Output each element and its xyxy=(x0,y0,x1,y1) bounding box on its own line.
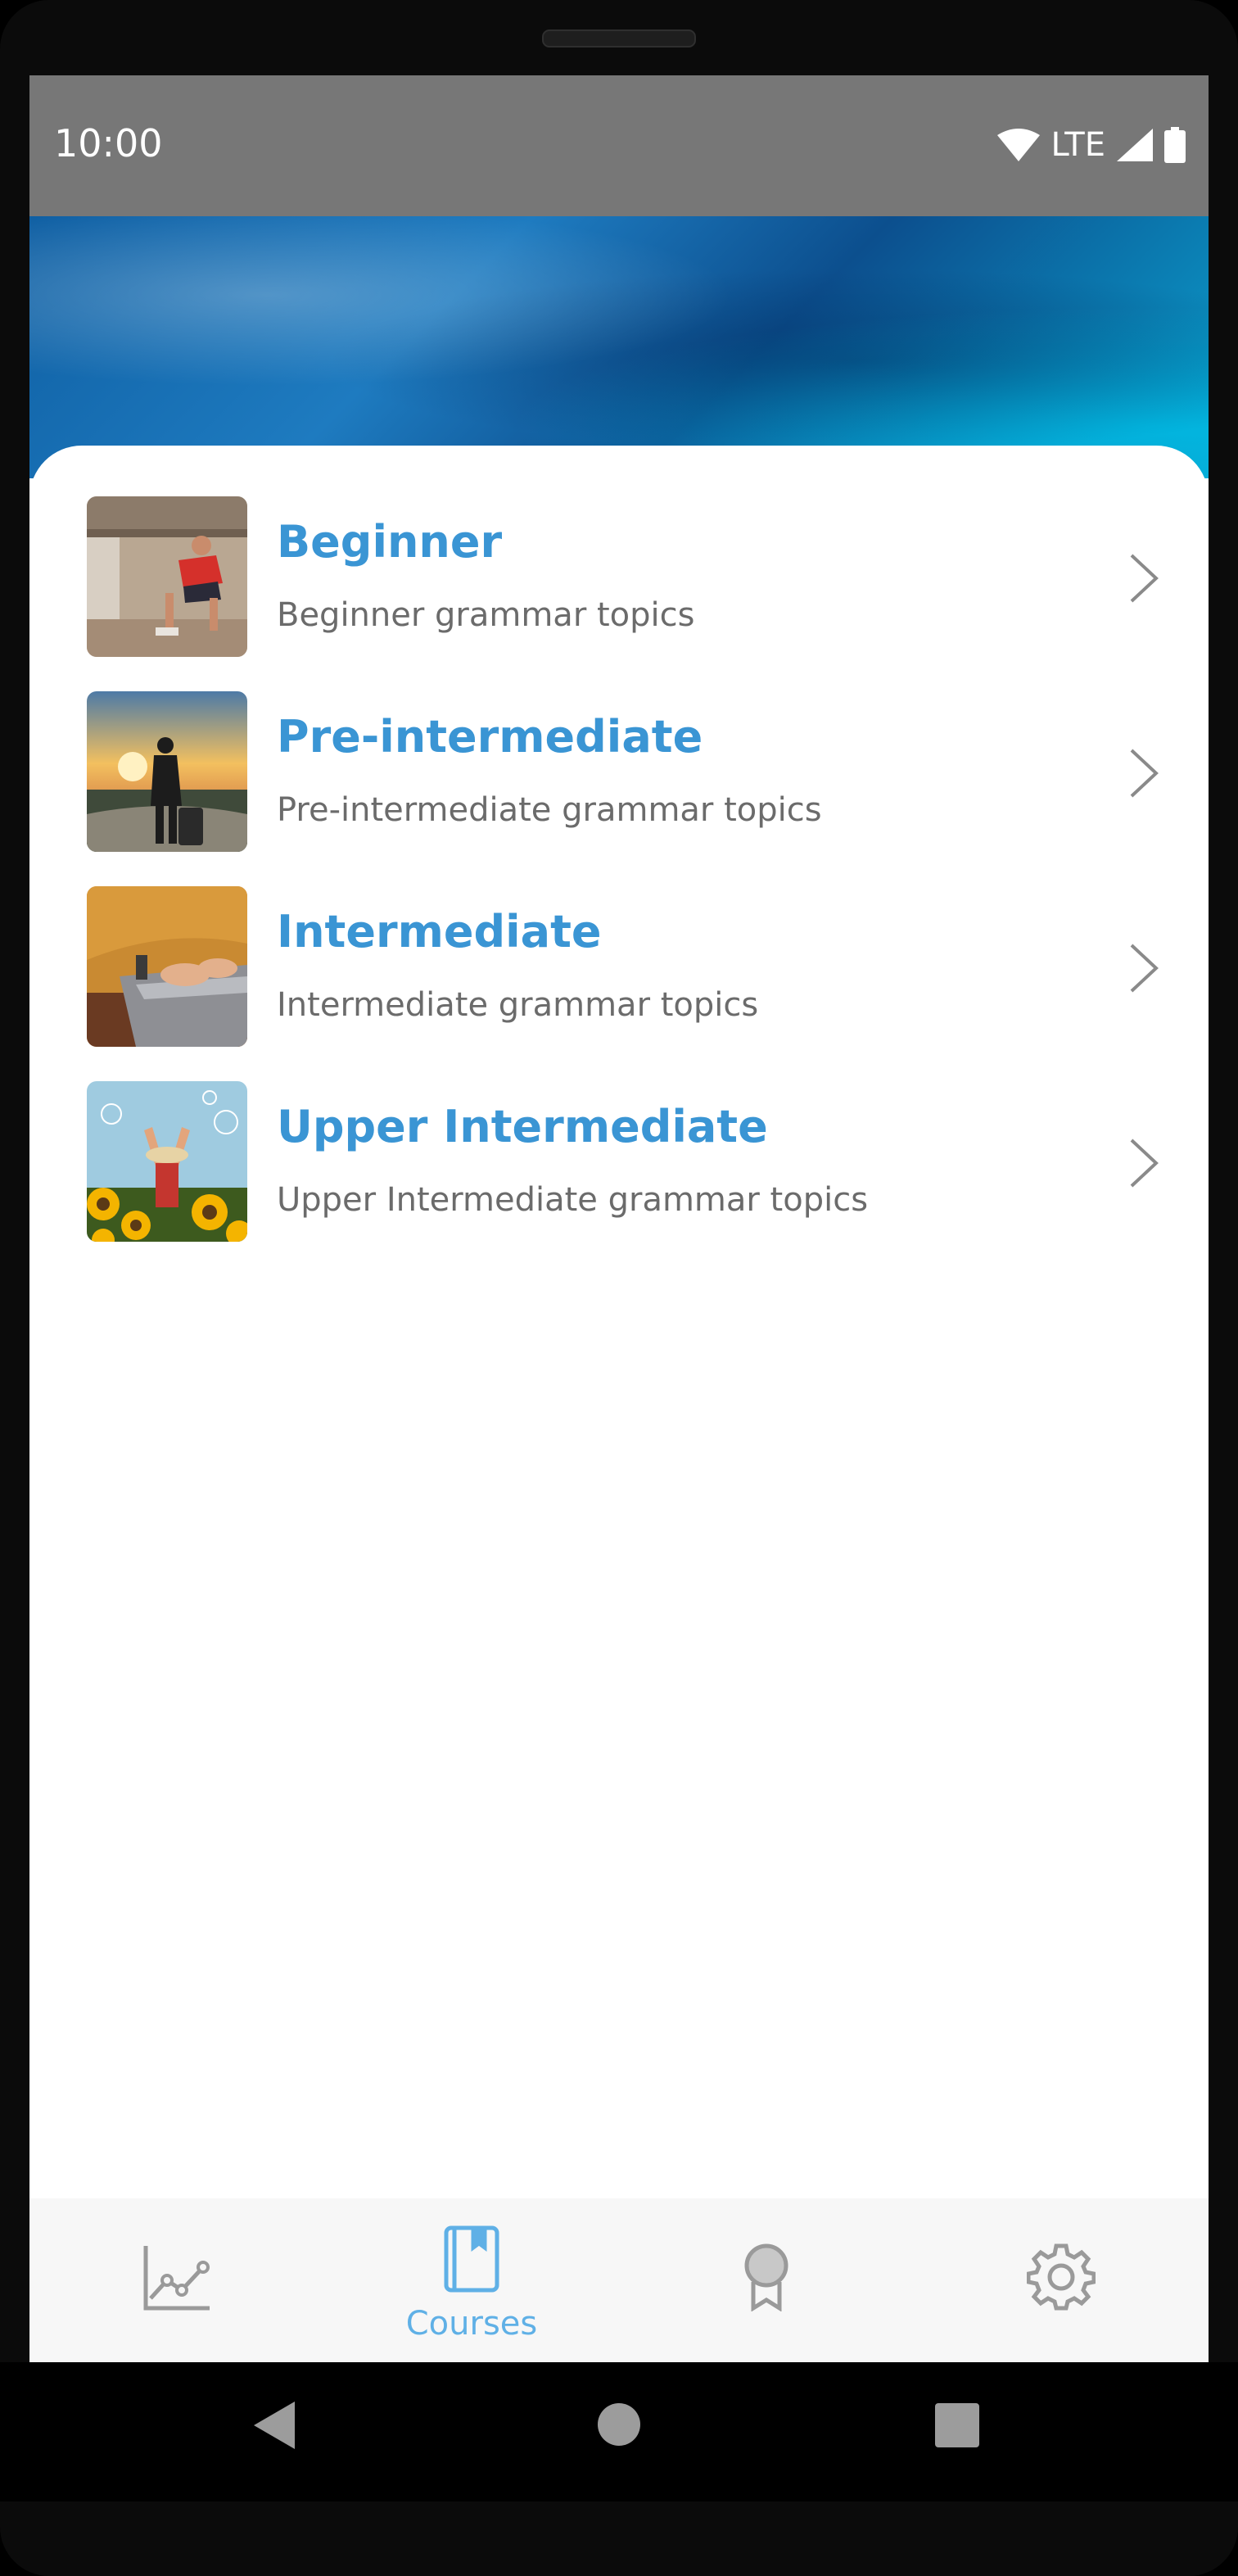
course-item-upper-intermediate[interactable]: Upper Intermediate Upper Intermediate gr… xyxy=(29,1081,1209,1276)
courses-card: Beginner Beginner grammar topics Pre-int… xyxy=(29,446,1209,2362)
back-icon[interactable] xyxy=(254,2402,295,2449)
course-subtitle: Intermediate grammar topics xyxy=(277,986,759,1024)
wifi-icon xyxy=(996,129,1040,161)
chevron-right-icon xyxy=(1130,749,1159,798)
sunflowers-photo-thumbnail xyxy=(87,1081,247,1242)
award-ribbon-icon xyxy=(744,2243,788,2311)
earpiece-speaker xyxy=(542,29,696,48)
nav-label-courses: Courses xyxy=(405,2305,538,2343)
header-banner-image xyxy=(29,216,1209,478)
course-list: Beginner Beginner grammar topics Pre-int… xyxy=(29,496,1209,1276)
book-icon xyxy=(444,2225,499,2293)
app-screen: 10:00 LTE Beginner Beginner grammar topi… xyxy=(29,75,1209,2362)
runner-photo-thumbnail xyxy=(87,496,247,657)
course-item-pre-intermediate[interactable]: Pre-intermediate Pre-intermediate gramma… xyxy=(29,691,1209,886)
course-subtitle: Beginner grammar topics xyxy=(277,596,695,634)
course-title: Intermediate xyxy=(277,906,602,958)
gear-icon xyxy=(1027,2243,1096,2311)
battery-icon xyxy=(1164,127,1186,163)
chevron-right-icon xyxy=(1130,1139,1159,1188)
traveler-sunset-photo-thumbnail xyxy=(87,691,247,852)
course-title: Upper Intermediate xyxy=(277,1101,768,1152)
nav-item-settings[interactable] xyxy=(914,2198,1209,2362)
bottom-navigation: Courses xyxy=(29,2198,1209,2362)
status-bar: 10:00 LTE xyxy=(29,75,1209,216)
course-subtitle: Pre-intermediate grammar topics xyxy=(277,791,822,829)
course-item-beginner[interactable]: Beginner Beginner grammar topics xyxy=(29,496,1209,691)
laptop-sweater-photo-thumbnail xyxy=(87,886,247,1047)
course-item-intermediate[interactable]: Intermediate Intermediate grammar topics xyxy=(29,886,1209,1081)
nav-item-progress[interactable] xyxy=(29,2198,324,2362)
progress-chart-icon xyxy=(143,2246,210,2311)
system-navigation-bar xyxy=(0,2362,1238,2501)
status-time: 10:00 xyxy=(54,121,163,165)
signal-icon xyxy=(1117,129,1153,161)
status-icons: LTE xyxy=(996,126,1186,164)
recent-apps-icon[interactable] xyxy=(935,2403,979,2447)
chevron-right-icon xyxy=(1130,944,1159,993)
nav-item-courses[interactable]: Courses xyxy=(324,2198,619,2362)
course-subtitle: Upper Intermediate grammar topics xyxy=(277,1181,869,1219)
chevron-right-icon xyxy=(1130,554,1159,603)
phone-frame: 10:00 LTE Beginner Beginner grammar topi… xyxy=(0,0,1238,2576)
network-type-label: LTE xyxy=(1050,126,1105,164)
home-icon[interactable] xyxy=(598,2403,640,2446)
nav-item-achievements[interactable] xyxy=(619,2198,914,2362)
course-title: Beginner xyxy=(277,516,503,568)
course-title: Pre-intermediate xyxy=(277,711,703,763)
